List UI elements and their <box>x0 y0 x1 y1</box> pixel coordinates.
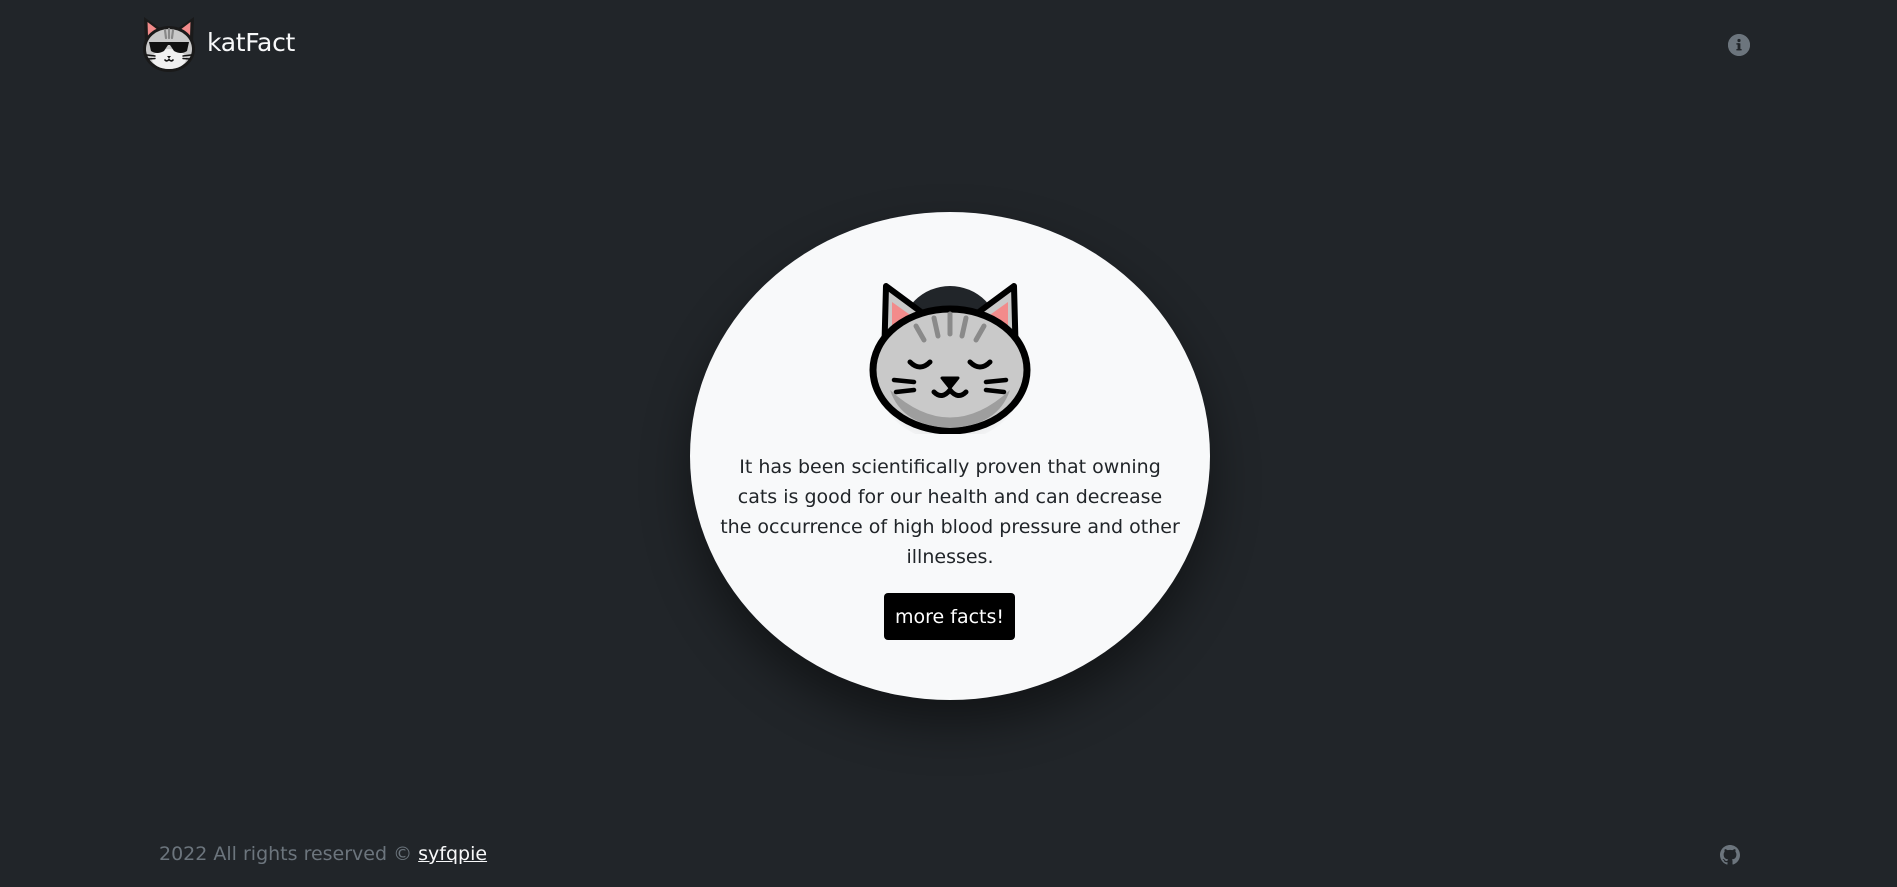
fact-card: It has been scientifically proven that o… <box>690 212 1210 700</box>
github-icon <box>1720 845 1740 865</box>
footer-copyright: 2022 All rights reserved © syfqpie <box>159 843 487 865</box>
brand-title: katFact <box>207 27 296 57</box>
cool-cat-logo-icon <box>139 11 199 73</box>
brand-link[interactable]: katFact <box>139 11 295 73</box>
cat-fact-text: It has been scientifically proven that o… <box>720 456 1180 568</box>
sleeping-cat-icon <box>868 270 1032 434</box>
info-button[interactable] <box>1728 34 1750 56</box>
author-link[interactable]: syfqpie <box>418 843 487 865</box>
more-facts-button[interactable]: more facts! <box>884 593 1015 640</box>
copyright-text: 2022 All rights reserved © <box>159 843 419 865</box>
info-icon <box>1728 34 1750 56</box>
github-link[interactable] <box>1720 845 1740 865</box>
page: katFact It has been scientifically prove… <box>0 0 1897 887</box>
